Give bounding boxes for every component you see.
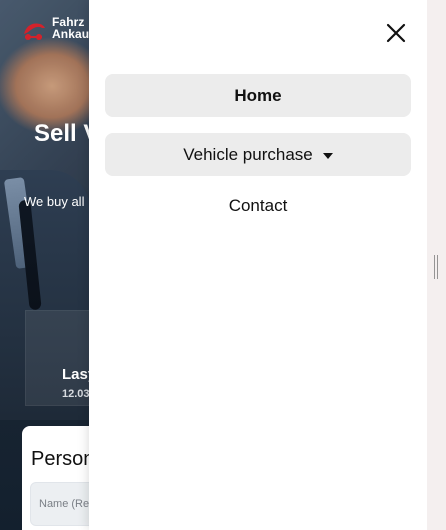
scroll-handle[interactable] bbox=[434, 255, 438, 279]
form-title: Person bbox=[31, 448, 95, 470]
dropdown-caret-icon bbox=[322, 152, 333, 159]
site-logo[interactable]: Fahrz Ankau bbox=[18, 10, 93, 50]
info-card-date: 12.03 bbox=[62, 388, 90, 400]
close-button[interactable] bbox=[384, 21, 408, 45]
close-icon bbox=[386, 23, 406, 43]
nav-vehicle-purchase-label: Vehicle purchase bbox=[183, 144, 313, 164]
hero-subtitle: We buy all bbox=[24, 194, 85, 209]
nav-home-label: Home bbox=[234, 85, 282, 105]
site-logo-text: Fahrz Ankau bbox=[52, 15, 90, 41]
nav-home-button[interactable]: Home bbox=[105, 74, 411, 117]
nav-contact-label: Contact bbox=[228, 196, 288, 215]
car-logo-icon bbox=[24, 23, 45, 40]
nav-vehicle-purchase-button[interactable]: Vehicle purchase bbox=[105, 133, 411, 176]
nav-contact-link[interactable]: Contact bbox=[105, 191, 411, 221]
